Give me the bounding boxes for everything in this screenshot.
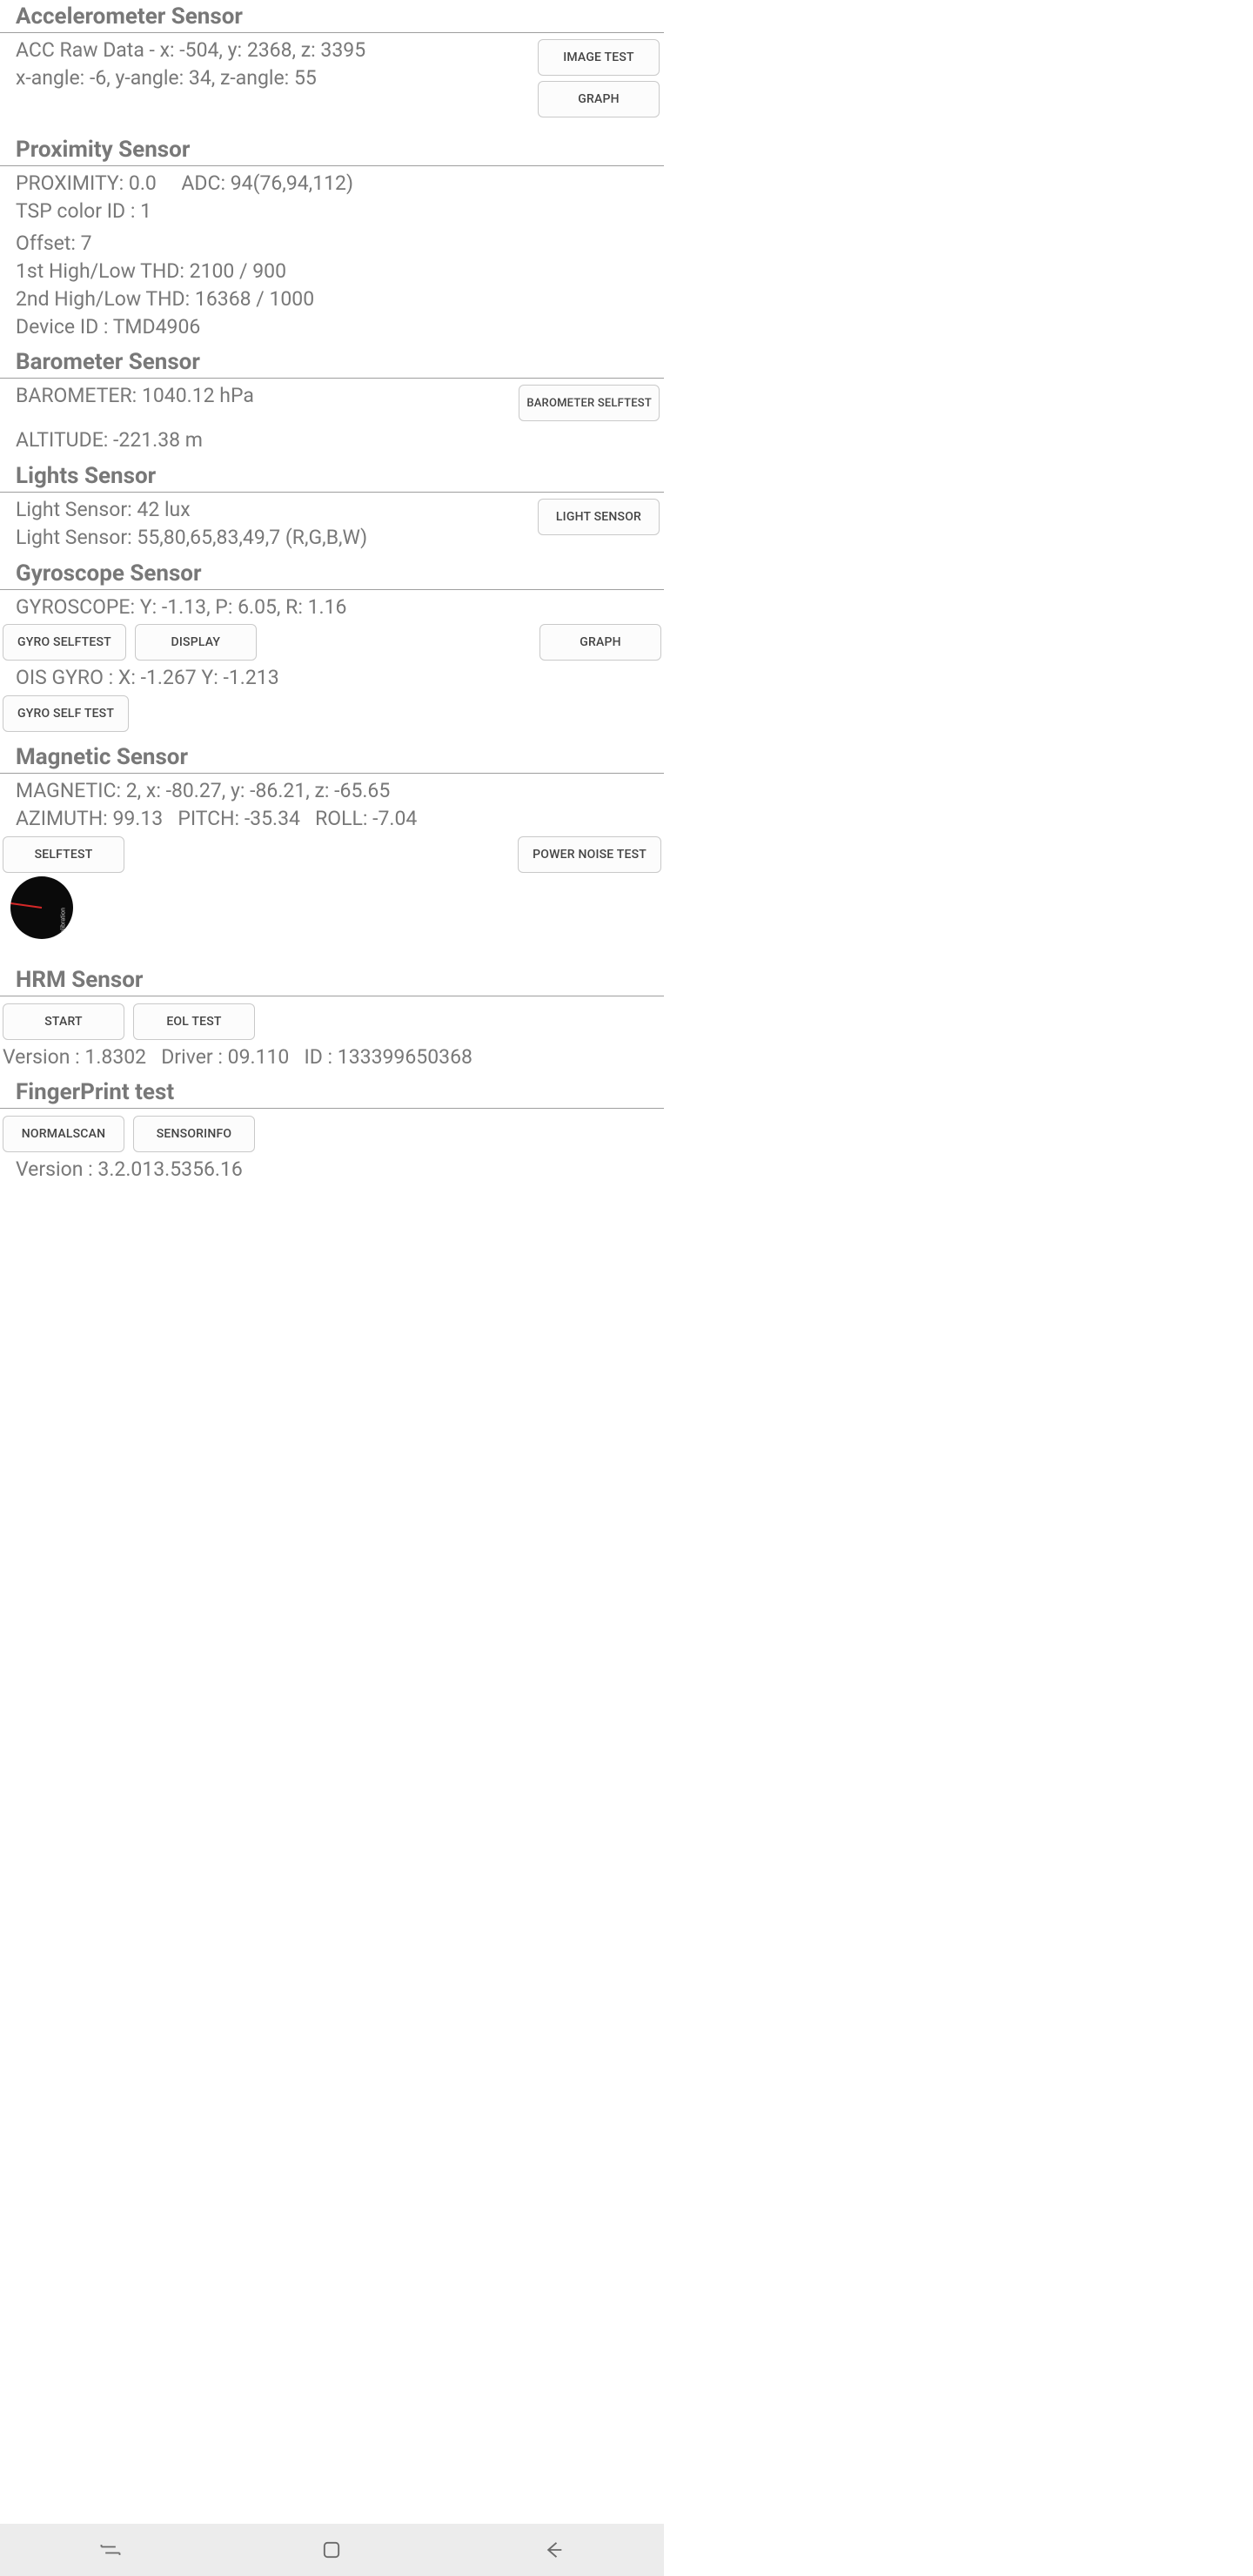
barometer-altitude: ALTITUDE: -221.38 m [0,426,664,454]
home-icon[interactable] [319,2538,344,2562]
accelerometer-title: Accelerometer Sensor [0,0,664,30]
gyro-selftest-button[interactable]: GYRO SELFTEST [3,624,126,661]
back-icon[interactable] [541,2538,566,2562]
compass-gauge: Need for calibration 0 [10,876,73,939]
proximity-offset: Offset: 7 [0,230,664,258]
barometer-selftest-button[interactable]: BAROMETER SELFTEST [519,385,660,421]
acc-raw-data: ACC Raw Data - x: -504, y: 2368, z: 3395 [0,37,538,64]
magnetic-xyz: MAGNETIC: 2, x: -80.27, y: -86.21, z: -6… [0,777,664,805]
magnetic-apr: AZIMUTH: 99.13 PITCH: -35.34 ROLL: -7.04 [0,805,664,833]
sensorinfo-button[interactable]: SENSORINFO [133,1116,255,1152]
compass-needle-icon [10,902,42,909]
android-nav-bar [0,2524,664,2576]
gyro-graph-button[interactable]: GRAPH [539,624,661,661]
light-lux: Light Sensor: 42 lux [0,496,538,524]
recents-icon[interactable] [98,2538,123,2562]
proximity-device: Device ID : TMD4906 [0,313,664,341]
divider [0,165,664,166]
barometer-title: Barometer Sensor [0,345,664,375]
acc-angles: x-angle: -6, y-angle: 34, z-angle: 55 [0,64,538,92]
proximity-title: Proximity Sensor [0,133,664,163]
hrm-version: Version : 1.8302 Driver : 09.110 ID : 13… [0,1043,664,1071]
light-rgbw: Light Sensor: 55,80,65,83,49,7 (R,G,B,W) [0,524,538,552]
image-test-button[interactable]: IMAGE TEST [538,39,660,76]
barometer-section: Barometer Sensor BAROMETER: 1040.12 hPa … [0,345,664,460]
graph-button[interactable]: GRAPH [538,81,660,117]
barometer-reading: BAROMETER: 1040.12 hPa [0,382,519,410]
divider [0,492,664,493]
normalscan-button[interactable]: NORMALSCAN [3,1116,124,1152]
gyro-display-button[interactable]: DISPLAY [135,624,257,661]
divider [0,1108,664,1109]
hrm-title: HRM Sensor [0,963,664,993]
divider [0,773,664,774]
hrm-eol-test-button[interactable]: EOL TEST [133,1003,255,1040]
fingerprint-version: Version : 3.2.013.5356.16 [0,1156,664,1184]
gyro-ypr: GYROSCOPE: Y: -1.13, P: 6.05, R: 1.16 [0,594,664,621]
gyroscope-section: Gyroscope Sensor GYROSCOPE: Y: -1.13, P:… [0,557,664,741]
compass-label: Need for calibration 0 [59,908,73,939]
fingerprint-section: FingerPrint test NORMALSCAN SENSORINFO V… [0,1076,664,1199]
hrm-section: HRM Sensor START EOL TEST Version : 1.83… [0,963,664,1077]
accelerometer-section: Accelerometer Sensor ACC Raw Data - x: -… [0,0,664,133]
magnetic-section: Magnetic Sensor MAGNETIC: 2, x: -80.27, … [0,741,664,963]
fingerprint-title: FingerPrint test [0,1076,664,1105]
magnetic-selftest-button[interactable]: SELFTEST [3,836,124,873]
magnetic-title: Magnetic Sensor [0,741,664,770]
lights-section: Lights Sensor Light Sensor: 42 lux Light… [0,460,664,556]
proximity-thd1: 1st High/Low THD: 2100 / 900 [0,258,664,285]
lights-title: Lights Sensor [0,460,664,489]
ois-gyro-selftest-button[interactable]: GYRO SELF TEST [3,695,129,732]
divider [0,378,664,379]
divider [0,32,664,33]
light-sensor-button[interactable]: LIGHT SENSOR [538,499,660,535]
proximity-adc: PROXIMITY: 0.0 ADC: 94(76,94,112) [0,170,664,198]
power-noise-test-button[interactable]: POWER NOISE TEST [518,836,661,873]
proximity-tsp: TSP color ID : 1 [0,198,664,225]
ois-gyro: OIS GYRO : X: -1.267 Y: -1.213 [0,664,664,692]
gyroscope-title: Gyroscope Sensor [0,557,664,587]
hrm-start-button[interactable]: START [3,1003,124,1040]
proximity-section: Proximity Sensor PROXIMITY: 0.0 ADC: 94(… [0,133,664,345]
divider [0,589,664,590]
proximity-thd2: 2nd High/Low THD: 16368 / 1000 [0,285,664,313]
